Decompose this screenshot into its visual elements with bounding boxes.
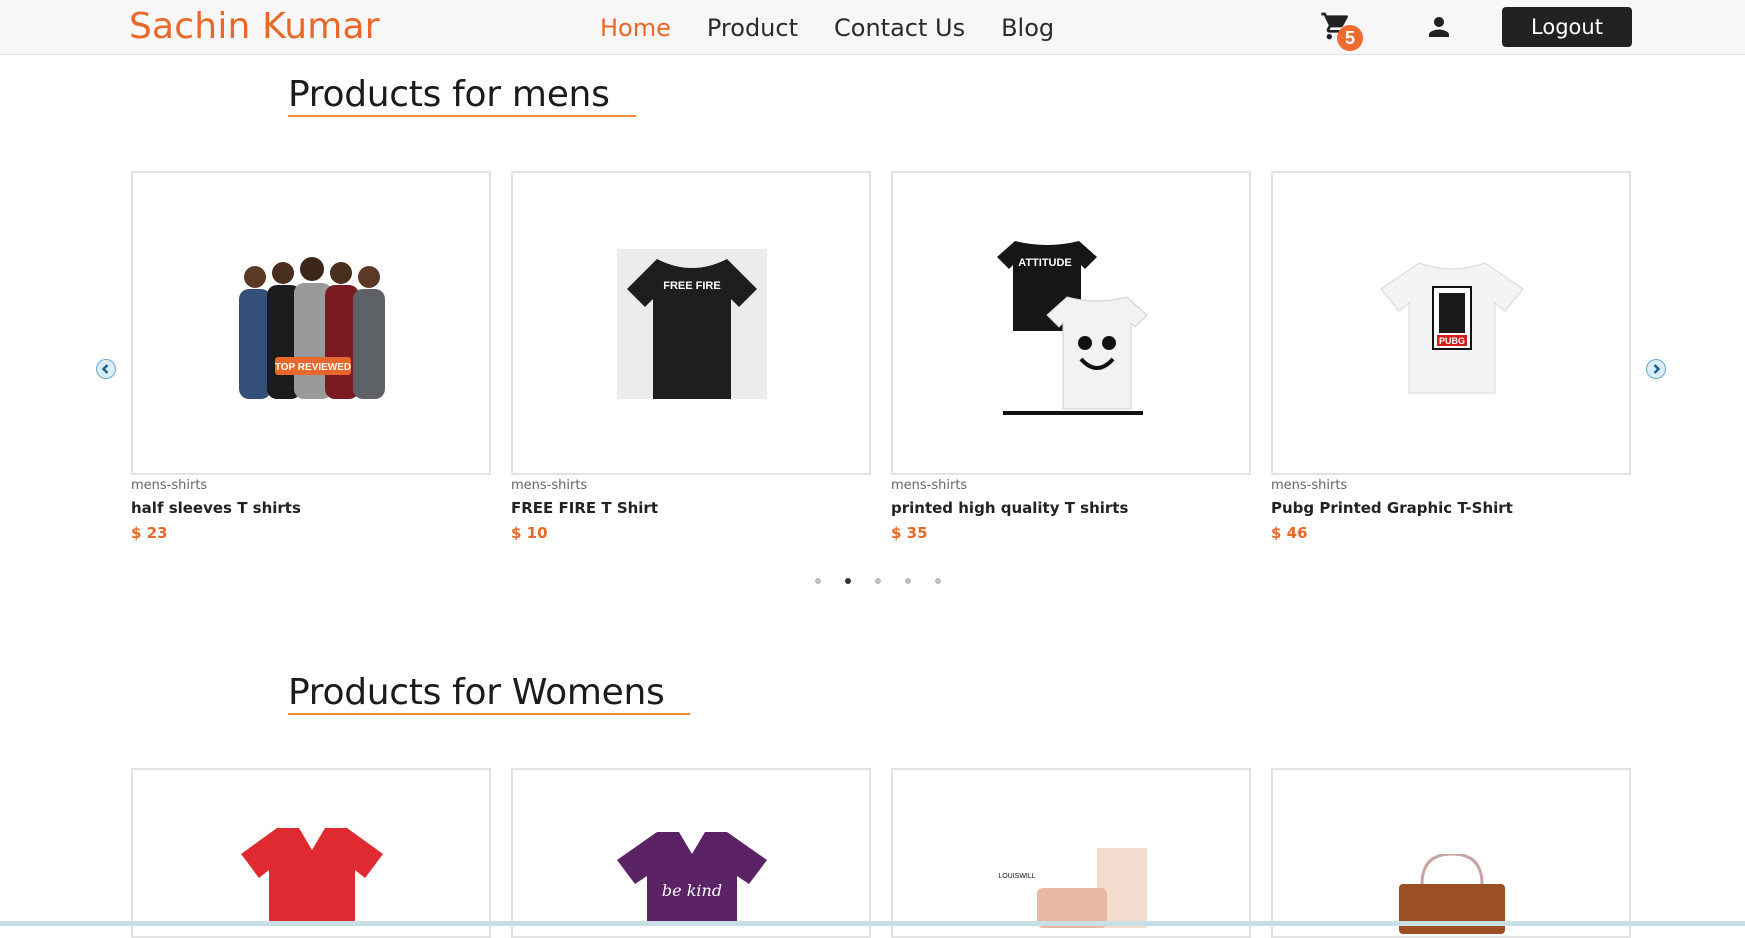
product-title[interactable]: printed high quality T shirts [891,499,1251,517]
product-image: ATTITUDE [997,231,1148,421]
carousel-next-button[interactable] [1646,359,1666,379]
shirt-print-text: PUBG [1439,336,1465,346]
product-category: mens-shirts [891,478,968,493]
user-account-button[interactable] [1424,12,1454,42]
user-icon [1429,17,1449,37]
nav-links: Home Product Contact Us Blog [600,14,1090,42]
carousel-prev-button[interactable] [96,359,116,379]
product-card[interactable]: FREE FIRE [511,171,871,475]
product-image [237,824,387,924]
product-info: mens-shirts half sleeves T shirts $ 23 [131,478,491,542]
nav-contact-us[interactable]: Contact Us [834,14,965,42]
product-category: mens-shirts [1271,478,1348,493]
product-image: be kind [617,824,767,924]
chevron-left-icon [101,364,109,374]
product-image: FREE FIRE [617,249,767,399]
product-title[interactable]: half sleeves T shirts [131,499,491,517]
product-card[interactable] [131,768,491,938]
product-title[interactable]: FREE FIRE T Shirt [511,499,871,517]
carousel-dot-active[interactable] [845,578,851,584]
product-info: mens-shirts FREE FIRE T Shirt $ 10 [511,478,871,542]
product-card[interactable]: PUBG [1271,171,1631,475]
section-title-womens: Products for Womens [288,673,691,715]
product-price: $ 35 [891,524,928,542]
product-category: mens-shirts [511,478,588,493]
product-card[interactable]: ATTITUDE [891,171,1251,475]
nav-blog[interactable]: Blog [1001,14,1054,42]
section-title-mens: Products for mens [288,75,636,117]
product-price: $ 10 [511,524,548,542]
nav-home[interactable]: Home [600,14,671,42]
product-image: TOP REVIEWED [237,249,387,399]
product-card[interactable] [1271,768,1631,938]
chevron-right-icon [1653,364,1661,374]
carousel-dot[interactable] [935,578,941,584]
product-card[interactable]: TOP REVIEWED [131,171,491,475]
product-card[interactable]: LOUISWILL [891,768,1251,938]
product-image: LOUISWILL [997,848,1147,928]
product-price: $ 46 [1271,524,1308,542]
product-card[interactable]: be kind [511,768,871,938]
shirt-print-text: be kind [662,881,722,900]
cart-count-badge: 5 [1337,25,1363,51]
carousel-dot[interactable] [875,578,881,584]
top-navbar: Sachin Kumar Home Product Contact Us Blo… [0,0,1745,55]
nav-product[interactable]: Product [707,14,798,42]
logout-button[interactable]: Logout [1502,7,1632,47]
carousel-dots [815,578,965,584]
shirt-print-text: FREE FIRE [663,280,720,292]
product-price: $ 23 [131,524,168,542]
product-category: mens-shirts [131,478,208,493]
carousel-dot[interactable] [815,578,821,584]
product-info: mens-shirts printed high quality T shirt… [891,478,1251,542]
carousel-dot[interactable] [905,578,911,584]
brand-print-text: LOUISWILL [998,873,1035,880]
brand-logo[interactable]: Sachin Kumar [129,6,380,47]
horizontal-scrollbar[interactable] [0,921,1745,926]
product-info: mens-shirts Pubg Printed Graphic T-Shirt… [1271,478,1631,542]
cart-button[interactable]: 5 [1320,10,1368,52]
top-reviewed-badge: TOP REVIEWED [275,362,351,373]
shirt-print-text: ATTITUDE [1018,257,1072,269]
product-image: PUBG [1377,249,1527,399]
product-title[interactable]: Pubg Printed Graphic T-Shirt [1271,499,1631,517]
